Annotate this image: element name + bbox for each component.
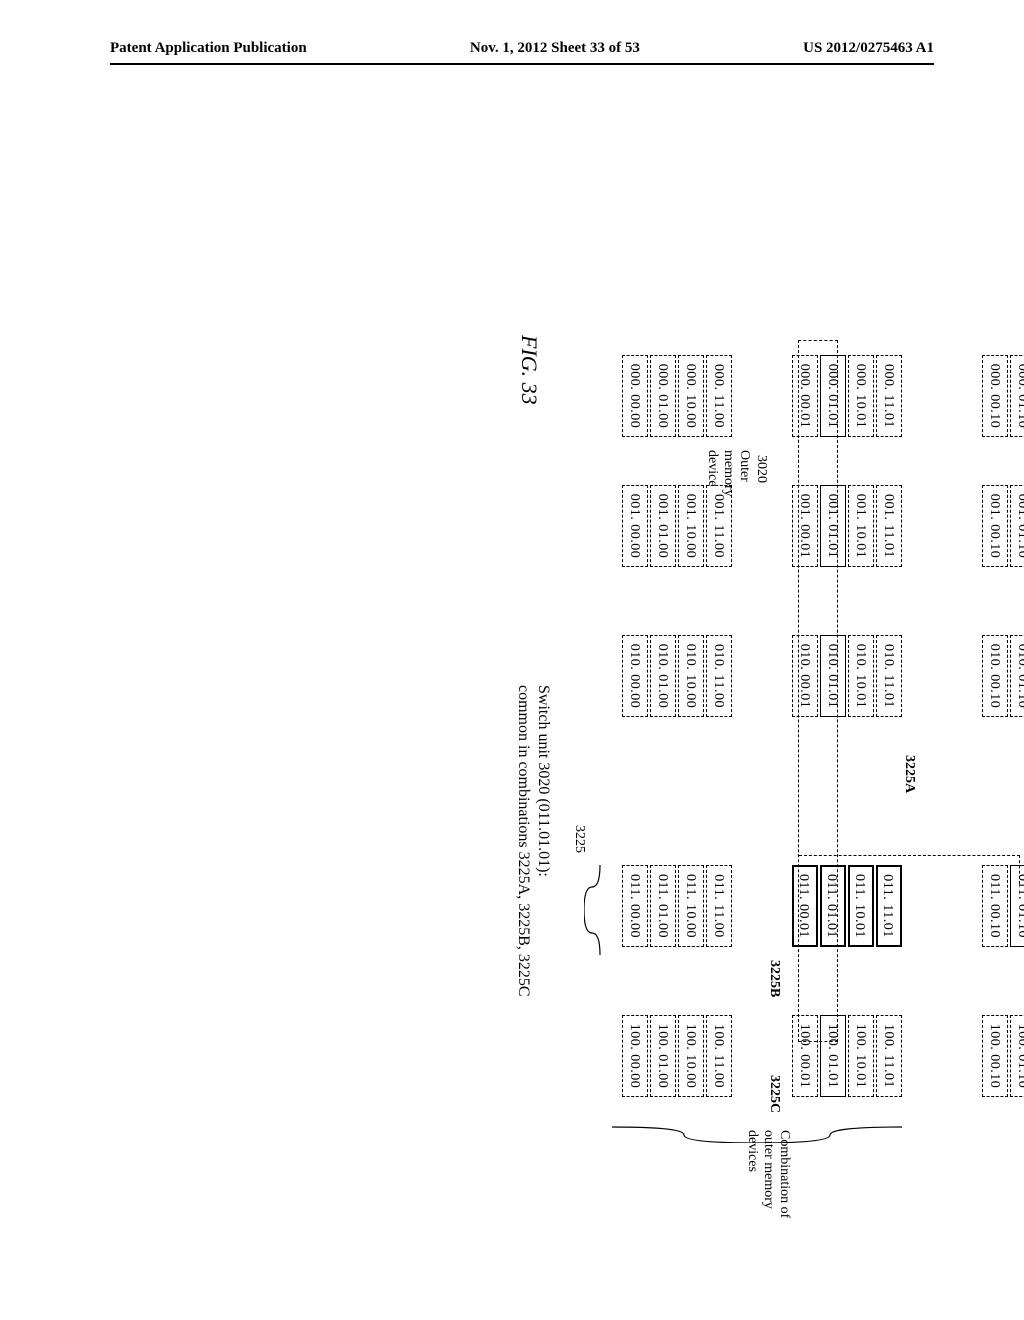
ref-3225-bottom: 3225 (571, 825, 587, 853)
cell-100-0100: 100. 01.00 (650, 1015, 676, 1097)
cell-001-1001: 001. 10.01 (848, 485, 874, 567)
cell-000-1001: 000. 10.01 (848, 355, 874, 437)
cell-100-0010: 100. 00.10 (982, 1015, 1008, 1097)
cell-000-0010: 000. 00.10 (982, 355, 1008, 437)
cell-000-0110: 000. 01.10 (1010, 355, 1024, 437)
cell-000-1101: 000. 11.01 (876, 355, 902, 437)
cell-100-1100: 100. 11.00 (706, 1015, 732, 1097)
cell-100-0110: 100. 01.10 (1010, 1015, 1024, 1097)
cell-000-0100: 000. 01.00 (650, 355, 676, 437)
cell-011-1000: 011. 10.00 (678, 865, 704, 947)
block-2: 000. 11.00000. 10.00000. 01.00000. 00.00 (620, 355, 732, 437)
cell-010-0100: 010. 01.00 (650, 635, 676, 717)
cell-010-1100: 010. 11.00 (706, 635, 732, 717)
caption-line2: common in combinations 3225A, 3225B, 322… (514, 685, 532, 997)
header-right: US 2012/0275463 A1 (803, 40, 934, 57)
block-2: 011. 11.00011. 10.00011. 01.00011. 00.00 (620, 865, 732, 947)
cell-001-0110: 001. 01.10 (1010, 485, 1024, 567)
cell-010-1000: 010. 10.00 (678, 635, 704, 717)
cell-100-1101: 100. 11.01 (876, 1015, 902, 1097)
cell-000-1000: 000. 10.00 (678, 355, 704, 437)
group-3225A-hline (798, 340, 838, 1042)
block-0: 000. 11.10000. 10.10000. 01.10000. 00.10 (980, 355, 1024, 437)
cell-010-0110: 010. 01.10 (1010, 635, 1024, 717)
cell-011-0000: 011. 00.00 (622, 865, 648, 947)
cell-001-1101: 001. 11.01 (876, 485, 902, 567)
ref-3020-bottomleft: 3020 (753, 455, 769, 483)
cell-001-0000: 001. 00.00 (622, 485, 648, 567)
cell-010-1001: 010. 10.01 (848, 635, 874, 717)
cell-010-0010: 010. 00.10 (982, 635, 1008, 717)
cell-000-1100: 000. 11.00 (706, 355, 732, 437)
block-2: 100. 11.00100. 10.00100. 01.00100. 00.00 (620, 1015, 732, 1097)
figure-33-diagram: 000. 11.10000. 10.10000. 01.10000. 00.10… (0, 355, 1024, 1175)
cell-001-1000: 001. 10.00 (678, 485, 704, 567)
cell-001-0100: 001. 01.00 (650, 485, 676, 567)
cell-100-1001: 100. 10.01 (848, 1015, 874, 1097)
cell-100-0000: 100. 00.00 (622, 1015, 648, 1097)
block-0: 010. 11.10010. 10.10010. 01.10010. 00.10 (980, 635, 1024, 717)
header-center: Nov. 1, 2012 Sheet 33 of 53 (470, 40, 640, 57)
brace-right-combo (612, 1125, 902, 1143)
block-2: 010. 11.00010. 10.00010. 01.00010. 00.00 (620, 635, 732, 717)
combination-label: Combination of outer memory devices (744, 1130, 792, 1240)
block-0: 001. 11.10001. 10.10001. 01.10001. 00.10 (980, 485, 1024, 567)
outer-memory-device-2: Outer memory device (704, 450, 752, 530)
cell-001-0010: 001. 00.10 (982, 485, 1008, 567)
cell-011-0100: 011. 01.00 (650, 865, 676, 947)
ref-3225A: 3225A (901, 755, 917, 793)
brace-bottom-left (584, 865, 602, 955)
cell-100-1000: 100. 10.00 (678, 1015, 704, 1097)
header-left: Patent Application Publication (110, 40, 307, 57)
cell-011-1100: 011. 11.00 (706, 865, 732, 947)
cell-010-1101: 010. 11.01 (876, 635, 902, 717)
block-0: 100. 11.10100. 10.10100. 01.10100. 00.10 (980, 1015, 1024, 1097)
figure-label: FIG. 33 (516, 335, 542, 405)
ref-3225B: 3225B (766, 960, 782, 997)
cell-010-0000: 010. 00.00 (622, 635, 648, 717)
cell-000-0000: 000. 00.00 (622, 355, 648, 437)
caption-line1: Switch unit 3020 (011.01.01): (534, 685, 552, 877)
header-rule (110, 63, 934, 65)
ref-3225C: 3225C (766, 1075, 782, 1113)
group-3225A-conn (799, 855, 1020, 884)
